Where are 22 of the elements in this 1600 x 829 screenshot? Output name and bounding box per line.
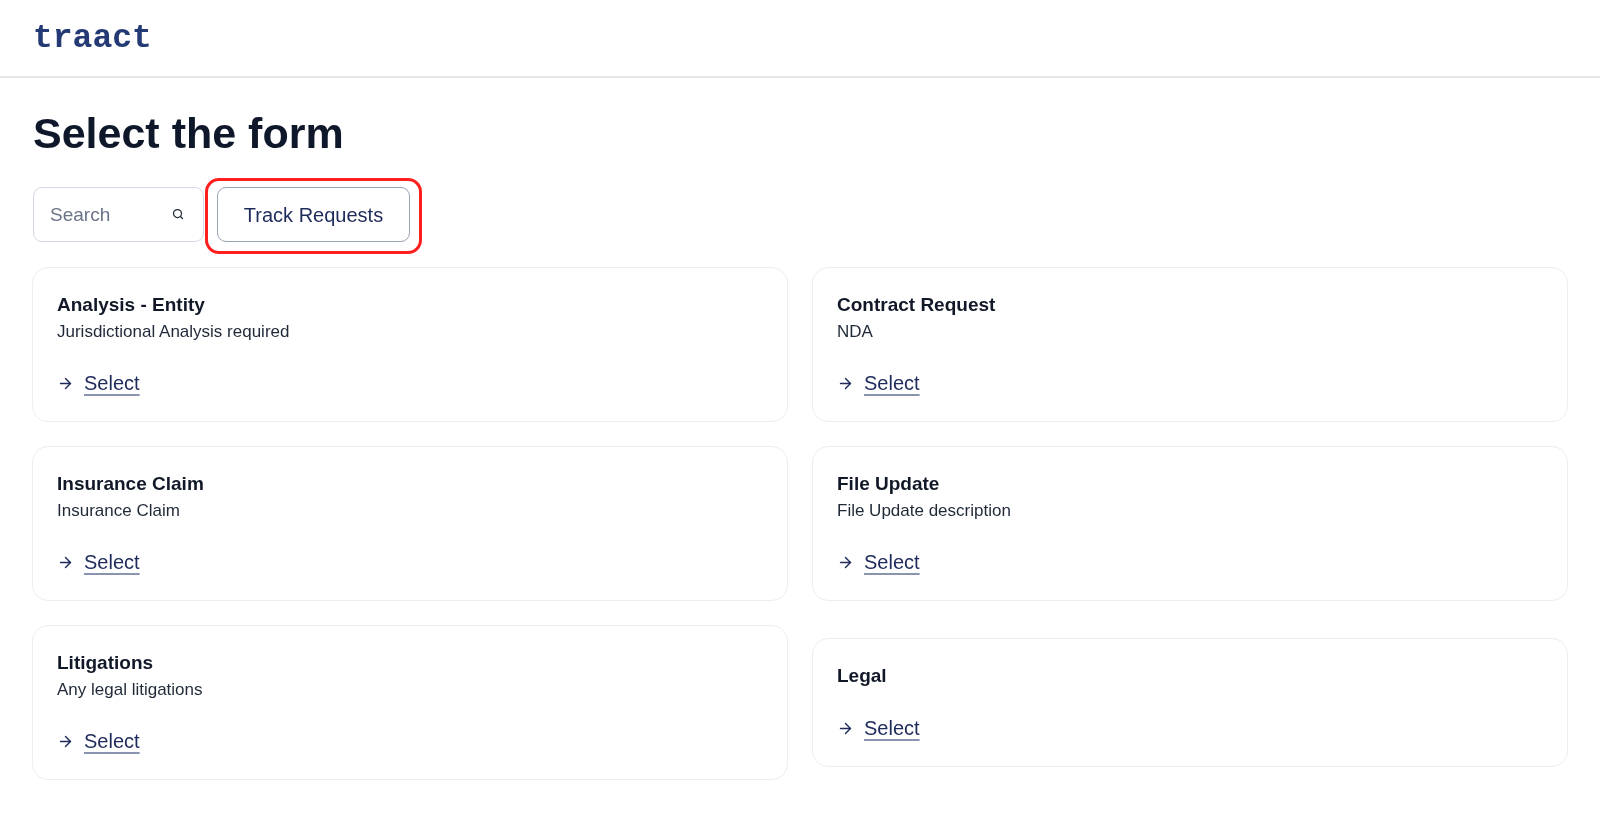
select-link[interactable]: Select [864,714,920,742]
form-title: Litigations [57,651,155,675]
select-link[interactable]: Select [864,548,920,576]
logo: traact [33,21,152,55]
form-description: File Update description [837,500,1012,522]
form-description: Any legal litigations [57,679,204,701]
search-field[interactable]: Search [33,187,204,242]
form-title: Legal [837,664,888,688]
page-title: Select the form [32,108,345,158]
search-icon [172,208,184,220]
form-description: Jurisdictional Analysis required [57,321,291,343]
select-link[interactable]: Select [864,369,920,397]
form-title: File Update [837,472,941,496]
select-link[interactable]: Select [84,369,140,397]
select-link[interactable]: Select [84,548,140,576]
select-link[interactable]: Select [84,727,140,755]
form-title: Analysis - Entity [57,293,206,317]
form-title: Insurance Claim [57,472,205,496]
form-description: Insurance Claim [57,500,181,522]
track-requests-button[interactable]: Track Requests [217,187,410,242]
form-title: Contract Request [837,293,997,317]
form-description: NDA [837,321,874,343]
